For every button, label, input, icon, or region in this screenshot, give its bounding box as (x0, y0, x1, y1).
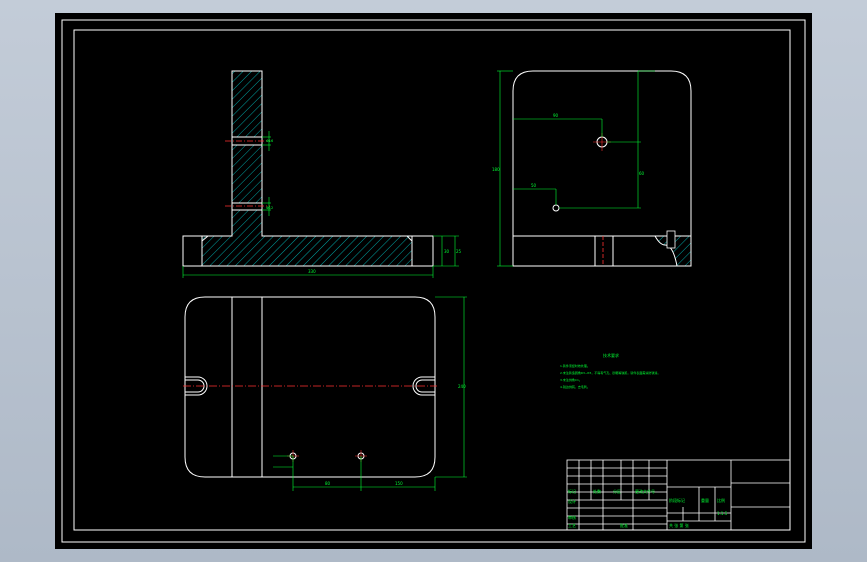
front-section-hatch (202, 71, 412, 266)
top-outline (184, 296, 436, 478)
dim-front-side: 25 (456, 249, 462, 254)
side-view: 180 90 50 60 (492, 70, 692, 267)
dim-right-side: 60 (639, 171, 645, 176)
outer-border (61, 19, 806, 543)
top-view: 240 80 150 (183, 296, 467, 491)
lower-hole (231, 202, 263, 211)
tb-label-count: 处数 (593, 489, 601, 494)
dim-hole-lower: Φ12 (266, 206, 273, 210)
tb-label-doc: 更改文件号 (635, 489, 655, 494)
tb-label-approve: 批准 (620, 523, 628, 528)
drawing-canvas: 330 30 25 Φ16 Φ12 180 90 50 60 240 80 15… (55, 13, 812, 549)
tb-label-zone: 分区 (613, 489, 621, 494)
tb-sheet: 共 张 第 张 (669, 523, 689, 528)
side-hole-small (552, 204, 560, 212)
tb-weight: 重量 (701, 498, 709, 503)
tb-label-mark: 标记 (568, 489, 576, 494)
title-block (566, 459, 791, 531)
tb-scale-label: 比例 (717, 498, 725, 503)
dim-top-x1: 80 (325, 481, 331, 486)
tb-label-process: 工艺 (568, 523, 576, 528)
tb-label-review: 审核 (568, 515, 576, 520)
tb-scale-value: 1:1.5 (717, 511, 728, 516)
dim-front-height: 30 (444, 249, 450, 254)
dim-top-x2: 150 (395, 481, 403, 486)
tb-label-design: 设计 (568, 499, 576, 504)
dim-right-height: 180 (492, 167, 500, 172)
tech-note-2: 2.未注铸造圆角R3~R5，不得有气孔、砂眼等缺陷，铸件表面需涂防锈漆。 (560, 371, 661, 375)
tb-stage-mark: 阶段标记 (669, 498, 685, 503)
cad-drawing: 330 30 25 Φ16 Φ12 180 90 50 60 240 80 15… (61, 19, 806, 543)
inner-border (73, 29, 791, 531)
dim-front-width: 330 (308, 269, 316, 274)
dim-right-width1: 90 (553, 113, 559, 118)
dim-right-width2: 50 (531, 183, 537, 188)
tech-note-1: 1.铸件须经时效处理。 (560, 364, 590, 368)
dim-hole-upper: Φ16 (266, 139, 273, 143)
tech-note-3: 3.未注倒角C1。 (560, 378, 582, 382)
dim-top-height: 240 (458, 384, 466, 389)
tech-note-4: 4.锐边倒钝，去毛刺。 (560, 385, 590, 389)
tech-requirements-title: 技术要求 (603, 353, 619, 358)
front-view: 330 30 25 Φ16 Φ12 (182, 70, 462, 278)
